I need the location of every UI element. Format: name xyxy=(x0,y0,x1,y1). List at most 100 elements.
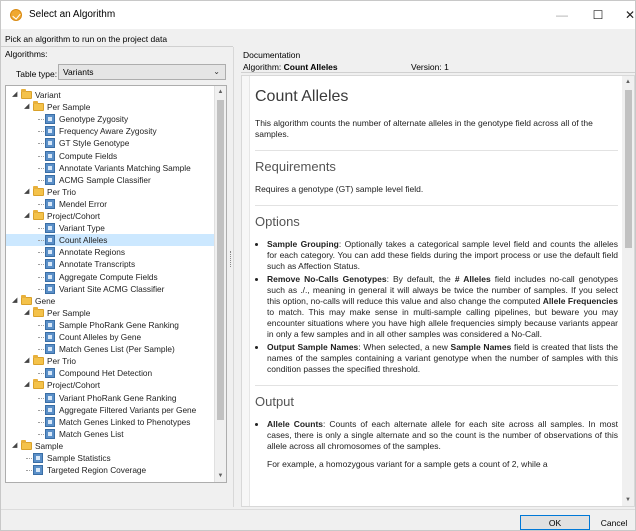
minimize-button[interactable]: — xyxy=(543,1,581,29)
tree-item[interactable]: Sample PhoRank Gene Ranking xyxy=(6,319,215,331)
doc-gutter xyxy=(242,76,250,506)
tree-folder[interactable]: ◢ Per Sample xyxy=(6,306,215,319)
option-bold: Allele Frequencies xyxy=(542,296,618,306)
expand-toggle-icon[interactable]: ◢ xyxy=(24,307,32,319)
expand-toggle-icon[interactable]: ◢ xyxy=(24,101,32,113)
scrollbar-thumb[interactable] xyxy=(625,90,632,248)
tree-folder[interactable]: ◢ Gene xyxy=(6,294,215,307)
algorithm-icon xyxy=(45,368,55,379)
tree-item-label: Frequency Aware Zygosity xyxy=(59,126,157,137)
list-item: Output Sample Names: When selected, a ne… xyxy=(267,342,618,375)
tree-item[interactable]: Match Genes Linked to Phenotypes xyxy=(6,416,215,428)
scroll-up-arrow-icon[interactable]: ▲ xyxy=(622,76,634,88)
tree-item-label: Compound Het Detection xyxy=(59,368,153,379)
splitter-grip[interactable] xyxy=(230,251,232,267)
expand-toggle-icon[interactable]: ◢ xyxy=(24,186,32,198)
tree-item[interactable]: Annotate Regions xyxy=(6,246,215,258)
folder-icon xyxy=(21,89,32,99)
scroll-down-arrow-icon[interactable]: ▼ xyxy=(622,494,634,506)
scroll-up-arrow-icon[interactable]: ▲ xyxy=(215,86,226,98)
tree-item[interactable]: Frequency Aware Zygosity xyxy=(6,125,215,137)
tree-item-label: Count Alleles by Gene xyxy=(59,332,142,342)
folder-icon xyxy=(21,294,32,305)
tree-item-label: Match Genes List (Per Sample) xyxy=(59,344,175,355)
algorithm-icon xyxy=(45,174,55,185)
list-item: Remove No-Calls Genotypes: By default, t… xyxy=(267,274,618,340)
select-algorithm-dialog: Select an Algorithm — ☐ ✕ Pick an algori… xyxy=(0,0,636,531)
tree-folder[interactable]: ◢ Per Sample xyxy=(6,101,215,113)
tree-item-label: Annotate Transcripts xyxy=(59,259,136,270)
tree-item[interactable]: Variant PhoRank Gene Ranking xyxy=(6,392,215,404)
tree-item-label: Sample Statistics xyxy=(47,453,111,463)
expand-toggle-icon[interactable]: ◢ xyxy=(24,210,32,222)
scrollbar-thumb[interactable] xyxy=(217,100,224,420)
tree-item[interactable]: Count Alleles xyxy=(6,234,215,247)
tree-item[interactable]: Mendel Error xyxy=(6,198,215,210)
tree-item-label: Match Genes List xyxy=(59,428,124,439)
table-type-select[interactable]: Variants ⌄ xyxy=(58,64,226,80)
tree-item-label: Variant PhoRank Gene Ranking xyxy=(59,392,177,403)
expand-toggle-icon[interactable]: ◢ xyxy=(12,295,20,307)
algorithm-name-line: Algorithm: Count Alleles xyxy=(243,62,338,72)
tree-item-label: Sample xyxy=(35,440,64,451)
doc-scrollbar[interactable]: ▲ ▼ xyxy=(622,76,634,506)
tree-item[interactable]: Compute Fields xyxy=(6,150,215,162)
algorithm-icon xyxy=(45,344,55,355)
cancel-button[interactable]: Cancel xyxy=(594,515,634,530)
options-list: Sample Grouping: Optionally takes a cate… xyxy=(255,239,618,375)
option-title: Output Sample Names xyxy=(267,342,359,352)
close-button[interactable]: ✕ xyxy=(611,1,636,29)
tree-item[interactable]: GT Style Genotype xyxy=(6,137,215,149)
expand-toggle-icon[interactable]: ◢ xyxy=(24,355,32,367)
tree-item[interactable]: Annotate Variants Matching Sample xyxy=(6,162,215,174)
tree-item[interactable]: Variant Site ACMG Classifier xyxy=(6,283,215,295)
tree-item-label: Per Trio xyxy=(47,356,77,367)
tree-item-label: Genotype Zygosity xyxy=(59,114,129,125)
tree-item-label: Variant Type xyxy=(59,223,105,234)
tree-item[interactable]: ACMG Sample Classifier xyxy=(6,174,215,186)
expand-toggle-icon[interactable]: ◢ xyxy=(12,440,20,452)
algorithm-icon xyxy=(45,416,55,427)
documentation-label: Documentation xyxy=(243,50,301,60)
tree-folder[interactable]: ◢ Project/Cohort xyxy=(6,379,215,391)
tree-item-label: Targeted Region Coverage xyxy=(47,465,147,476)
title-bar: Select an Algorithm — ☐ ✕ xyxy=(1,1,635,29)
tree-item[interactable]: Count Alleles by Gene xyxy=(6,331,215,343)
tree-item[interactable]: Compound Het Detection xyxy=(6,367,215,379)
tree-item[interactable]: Genotype Zygosity xyxy=(6,113,215,125)
folder-icon xyxy=(33,210,44,220)
tree-scrollbar[interactable]: ▲ ▼ xyxy=(214,86,226,482)
option-text: : When selected, a new xyxy=(358,342,451,352)
folder-icon xyxy=(33,185,44,196)
algorithm-icon xyxy=(45,247,55,258)
algorithm-icon xyxy=(45,126,55,137)
tree-folder[interactable]: ◢ Variant xyxy=(6,89,215,101)
tree-item[interactable]: Match Genes List (Per Sample) xyxy=(6,343,215,355)
option-bold: Sample Names xyxy=(450,342,512,352)
algorithm-tree[interactable]: ◢ Variant ◢ Per Sample Genotype Zygosity Freq… xyxy=(5,85,227,483)
scroll-down-arrow-icon[interactable]: ▼ xyxy=(215,470,226,482)
tree-item[interactable]: Aggregate Filtered Variants per Gene xyxy=(6,404,215,416)
panel-splitter[interactable] xyxy=(233,47,237,507)
ok-button[interactable]: OK xyxy=(520,515,590,530)
doc-title: Count Alleles xyxy=(255,88,349,105)
tree-item[interactable]: Aggregate Compute Fields xyxy=(6,271,215,283)
expand-toggle-icon[interactable]: ◢ xyxy=(24,379,32,391)
algorithm-icon xyxy=(45,319,55,330)
output-title: Allele Counts xyxy=(267,419,323,429)
tree-item[interactable]: Sample Statistics xyxy=(6,452,215,464)
version-label: Version: 1 xyxy=(411,62,449,72)
tree-folder[interactable]: ◢ Per Trio xyxy=(6,355,215,367)
tree-item[interactable]: Variant Type xyxy=(6,222,215,234)
documentation-viewer: Count Alleles This algorithm counts the … xyxy=(241,75,635,507)
tree-item-label: Aggregate Compute Fields xyxy=(59,271,158,282)
tree-folder[interactable]: ◢ Project/Cohort xyxy=(6,210,215,222)
tree-item[interactable]: Match Genes List xyxy=(6,428,215,440)
expand-toggle-icon[interactable]: ◢ xyxy=(12,89,20,101)
tree-folder[interactable]: ◢ Sample xyxy=(6,439,215,452)
option-bold: # Alleles xyxy=(454,274,491,284)
tree-item[interactable]: Targeted Region Coverage xyxy=(6,464,215,476)
tree-item[interactable]: Annotate Transcripts xyxy=(6,258,215,270)
algorithm-icon xyxy=(45,223,55,234)
tree-folder[interactable]: ◢ Per Trio xyxy=(6,185,215,198)
